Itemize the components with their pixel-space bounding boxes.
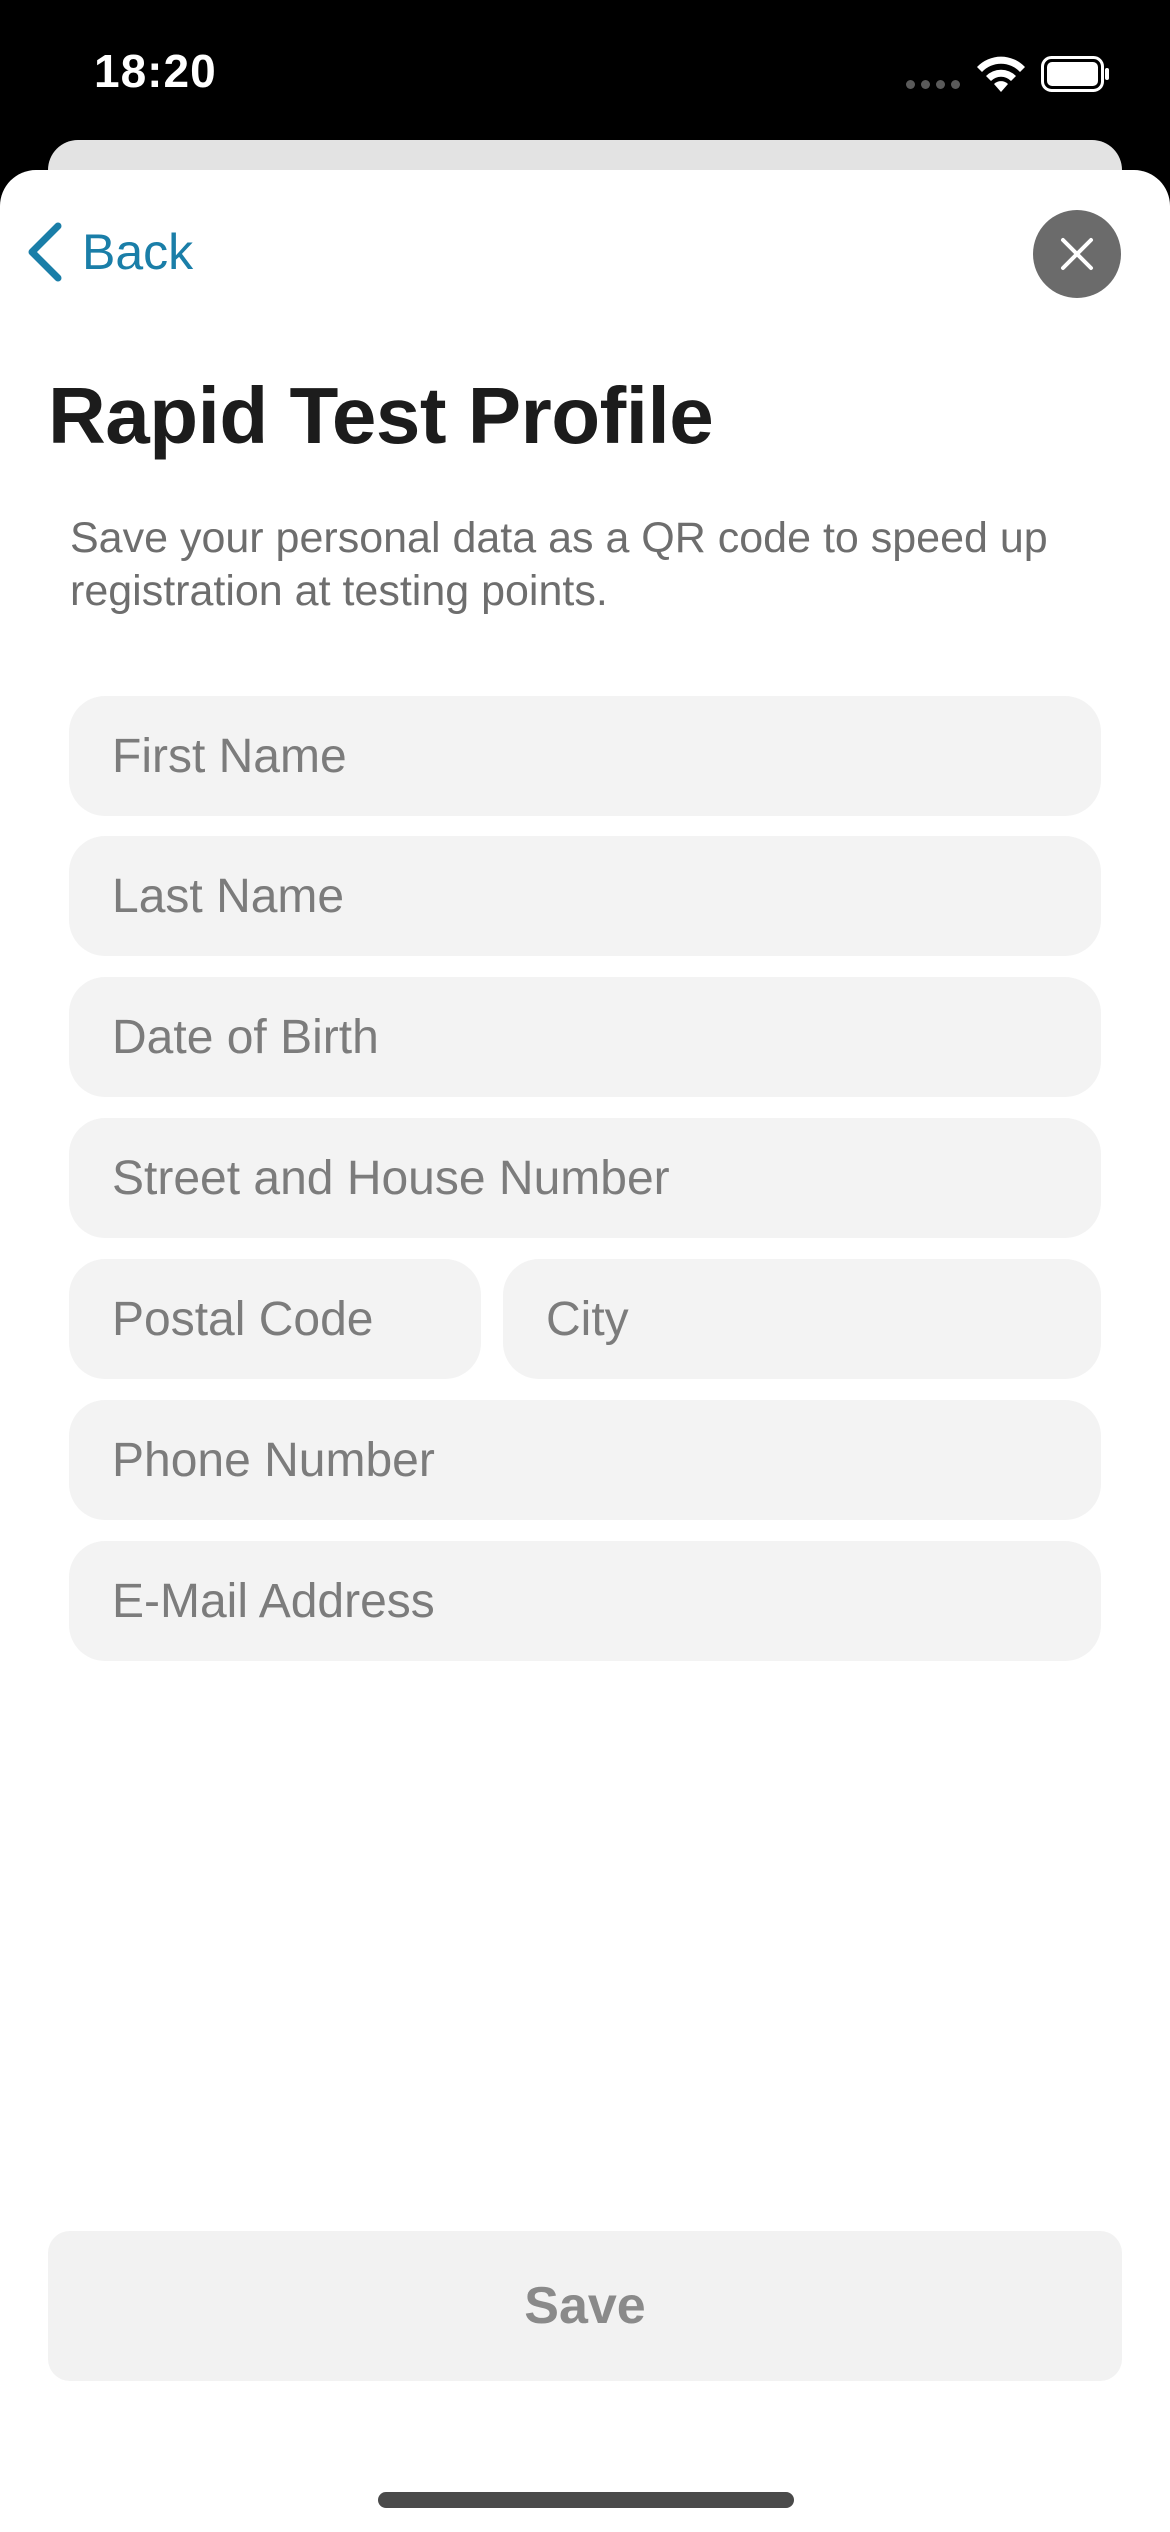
last-name-field[interactable] bbox=[69, 836, 1101, 956]
home-indicator bbox=[378, 2492, 794, 2508]
modal-sheet: Back Rapid Test Profile Save your person… bbox=[0, 170, 1170, 2532]
status-time: 18:20 bbox=[94, 45, 217, 97]
city-field[interactable] bbox=[503, 1259, 1101, 1379]
status-bar: 18:20 bbox=[0, 0, 1170, 140]
phone-field[interactable] bbox=[69, 1400, 1101, 1520]
app-screen: 18:20 Back Rapid Test Profile Save your … bbox=[0, 0, 1170, 2532]
city-input[interactable] bbox=[503, 1259, 1101, 1379]
back-button[interactable]: Back bbox=[24, 220, 193, 284]
battery-icon bbox=[1041, 56, 1109, 92]
cellular-signal-icon bbox=[906, 80, 960, 89]
page-description: Save your personal data as a QR code to … bbox=[70, 514, 1048, 615]
save-label: Save bbox=[524, 2277, 646, 2335]
page-title: Rapid Test Profile bbox=[48, 371, 714, 460]
last-name-input[interactable] bbox=[69, 836, 1101, 956]
save-button[interactable]: Save bbox=[48, 2231, 1122, 2381]
email-input[interactable] bbox=[69, 1541, 1101, 1661]
back-label: Back bbox=[82, 224, 194, 280]
date-of-birth-input[interactable] bbox=[69, 977, 1101, 1097]
chevron-left-icon bbox=[28, 222, 62, 282]
close-button[interactable] bbox=[1033, 210, 1121, 298]
street-field[interactable] bbox=[69, 1118, 1101, 1238]
first-name-field[interactable] bbox=[69, 696, 1101, 816]
wifi-icon bbox=[977, 56, 1025, 92]
close-icon bbox=[1061, 238, 1093, 270]
date-of-birth-field[interactable] bbox=[69, 977, 1101, 1097]
street-input[interactable] bbox=[69, 1118, 1101, 1238]
phone-input[interactable] bbox=[69, 1400, 1101, 1520]
email-field[interactable] bbox=[69, 1541, 1101, 1661]
first-name-input[interactable] bbox=[69, 696, 1101, 816]
postal-code-field[interactable] bbox=[69, 1259, 481, 1379]
postal-code-input[interactable] bbox=[69, 1259, 481, 1379]
